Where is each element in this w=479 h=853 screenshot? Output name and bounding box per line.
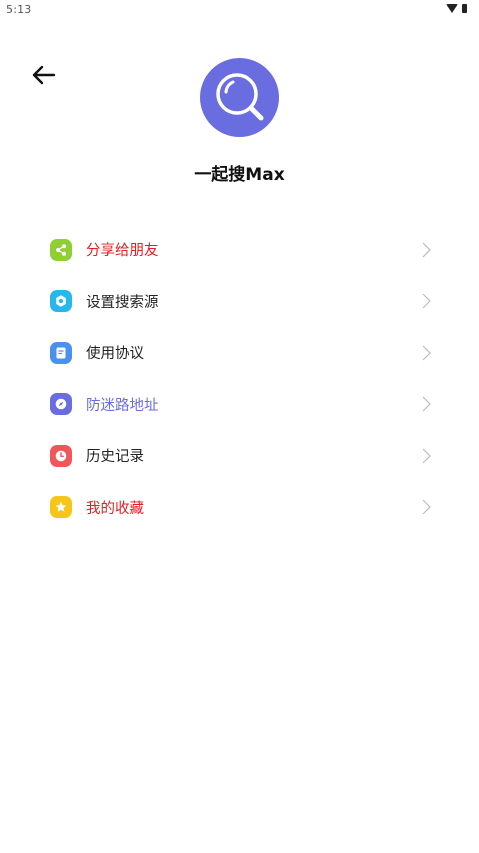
menu-item-share[interactable]: 分享给朋友 (0, 224, 479, 276)
document-icon (50, 341, 72, 364)
battery-icon (462, 4, 467, 13)
chevron-right-icon (419, 448, 433, 464)
chevron-right-icon (419, 345, 433, 361)
menu-item-label: 我的收藏 (86, 500, 144, 517)
wifi-icon (446, 4, 458, 13)
menu-item-label: 防迷路地址 (86, 397, 159, 414)
menu-item-label: 设置搜索源 (86, 294, 159, 311)
menu-item-search-source[interactable]: 设置搜索源 (0, 276, 479, 328)
menu-item-label: 使用协议 (86, 346, 144, 363)
menu-item-label: 分享给朋友 (86, 243, 159, 260)
arrow-left-icon (32, 65, 56, 85)
magnifier-icon (216, 73, 264, 121)
menu-item-label: 历史记录 (86, 449, 144, 466)
settings-icon (50, 290, 72, 313)
chevron-right-icon (419, 293, 433, 309)
menu-item-history[interactable]: 历史记录 (0, 430, 479, 482)
chevron-right-icon (419, 396, 433, 412)
menu-item-backup-address[interactable]: 防迷路地址 (0, 379, 479, 431)
app-name: 一起搜Max (194, 165, 285, 185)
chevron-right-icon (419, 499, 433, 515)
app-logo (200, 58, 279, 137)
chevron-right-icon (419, 242, 433, 258)
menu-item-favorites[interactable]: 我的收藏 (0, 482, 479, 534)
menu-item-terms[interactable]: 使用协议 (0, 327, 479, 379)
status-icons (446, 4, 467, 13)
menu-list: 分享给朋友 设置搜索源 使用协议 防迷路地址 历史记录 我的收藏 (0, 224, 479, 533)
clock-icon (50, 444, 72, 467)
back-button[interactable] (26, 60, 60, 90)
status-bar: 5:13 (0, 0, 479, 22)
star-icon (50, 496, 72, 519)
share-icon (50, 238, 72, 261)
compass-icon (50, 393, 72, 416)
status-time: 5:13 (6, 3, 32, 16)
